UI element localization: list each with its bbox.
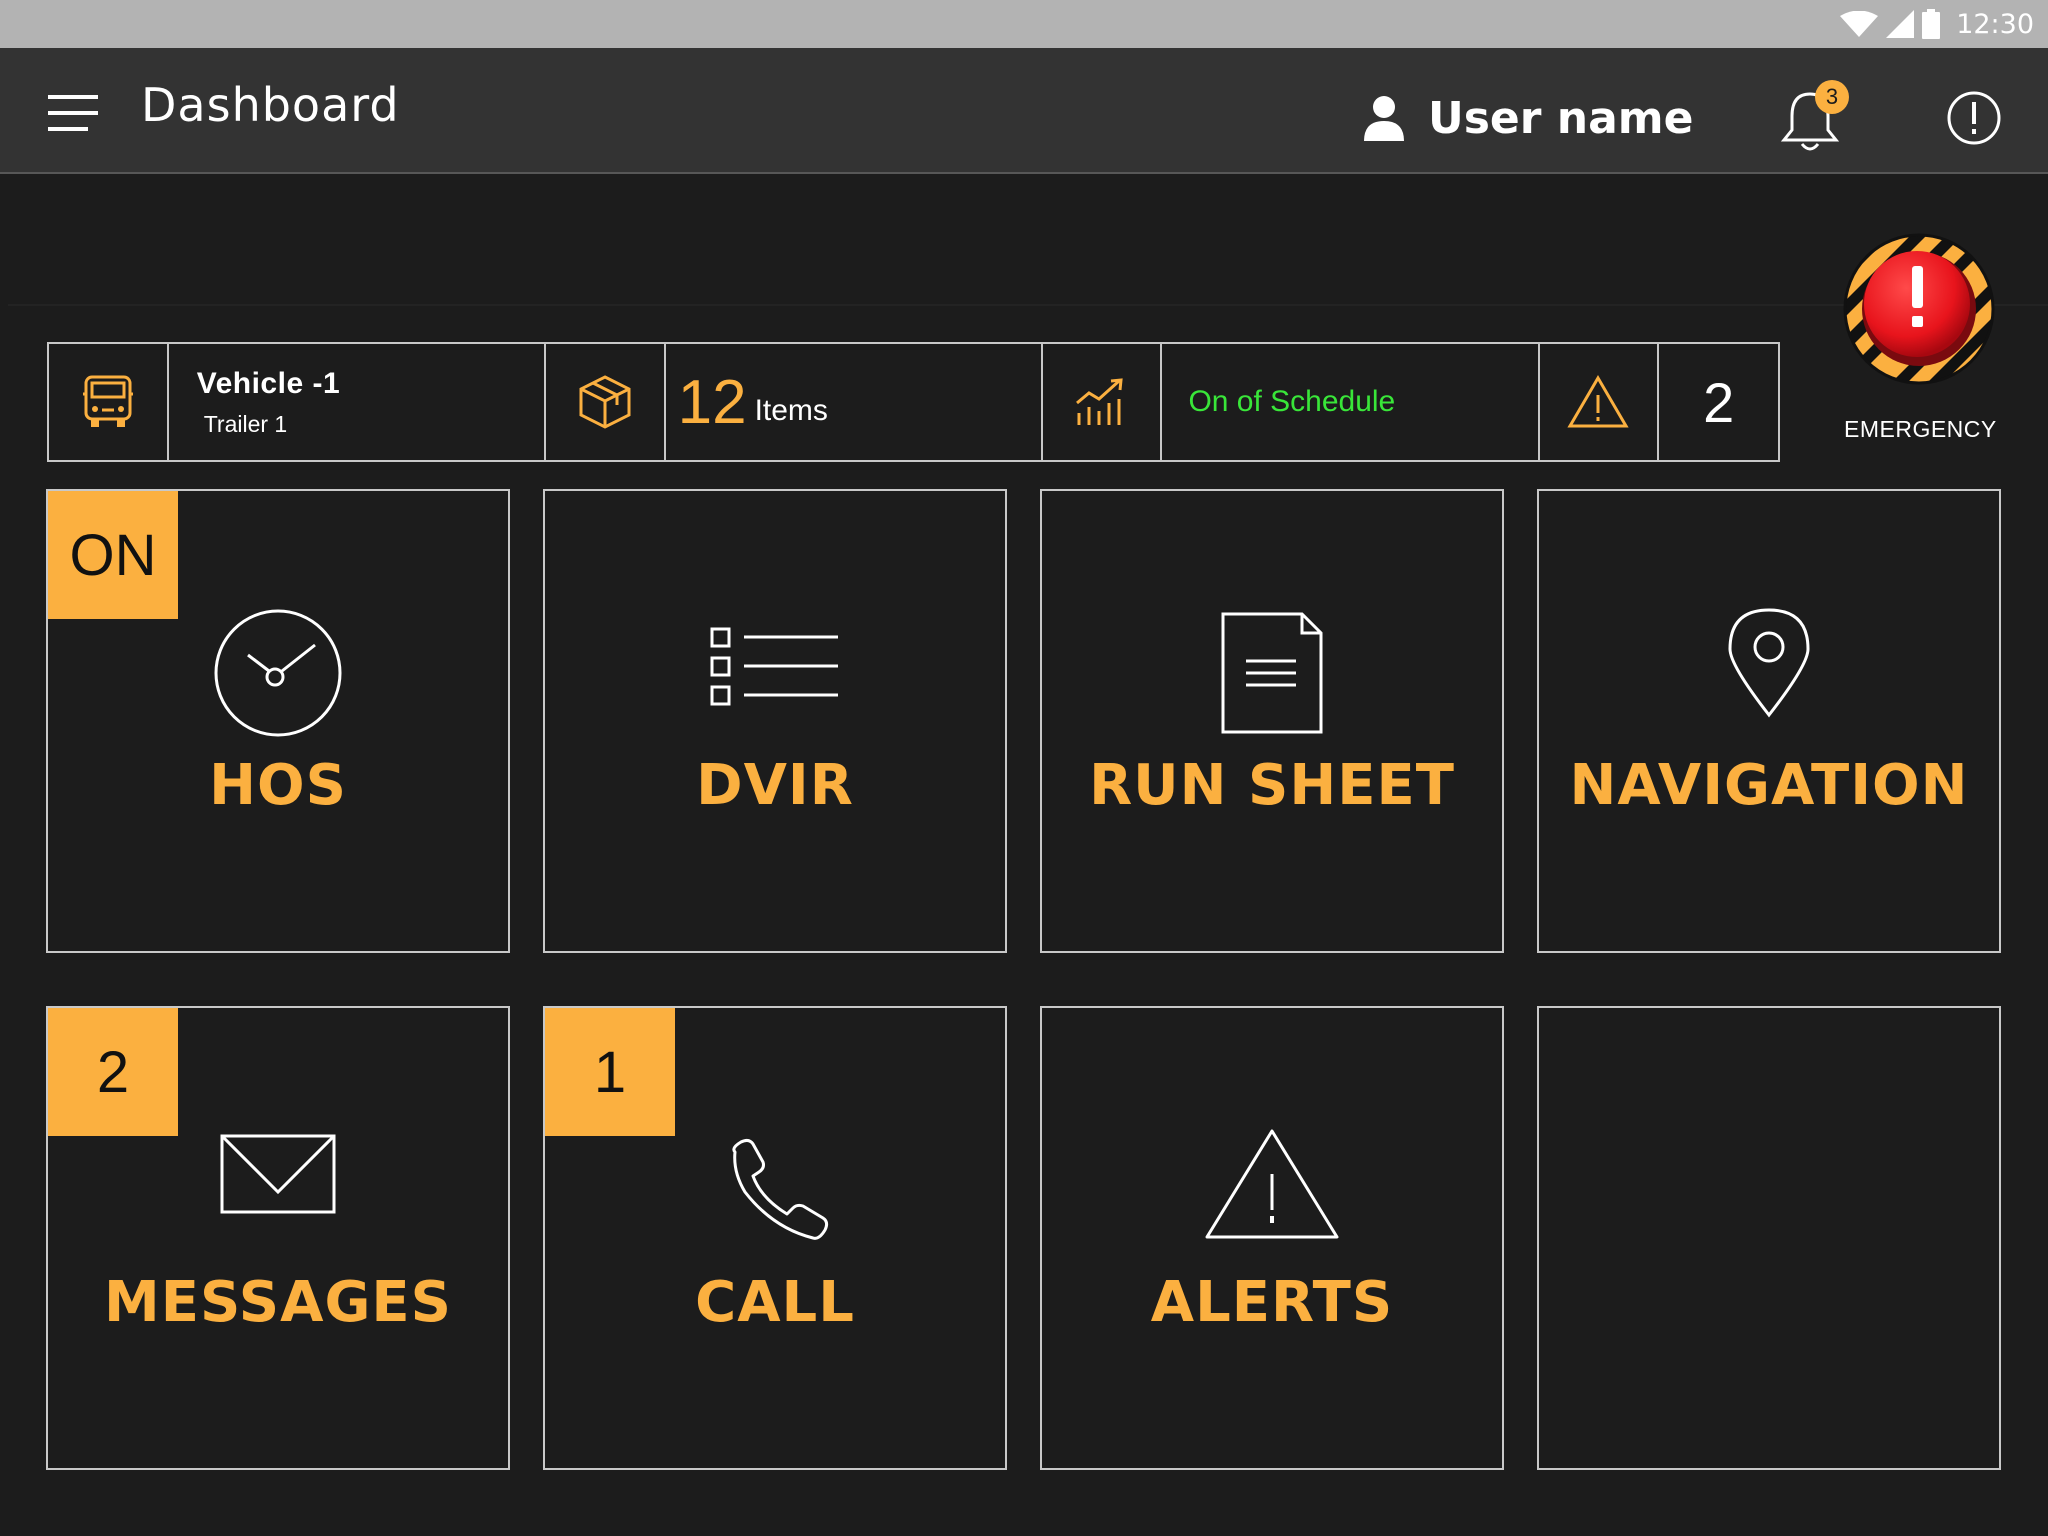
- schedule-icon-cell: [1043, 344, 1163, 460]
- tile-label: NAVIGATION: [1569, 753, 1969, 818]
- alerts-count-cell[interactable]: 2: [1659, 344, 1778, 460]
- document-icon: [1221, 612, 1323, 734]
- map-pin-icon: [1728, 608, 1810, 718]
- hos-status-badge: ON: [48, 491, 178, 619]
- alerts-count: 2: [1703, 370, 1735, 434]
- trailer-name: Trailer 1: [203, 410, 288, 437]
- wifi-icon: [1840, 11, 1879, 37]
- tile-empty[interactable]: [1537, 1006, 2001, 1470]
- battery-icon: [1922, 9, 1941, 39]
- alert-icon-cell: [1540, 344, 1660, 460]
- warning-triangle-icon: [1567, 375, 1630, 428]
- user-icon: [1364, 96, 1404, 141]
- clock-icon: [214, 609, 342, 737]
- items-count: 12: [677, 367, 747, 437]
- tile-label: ALERTS: [1150, 1270, 1394, 1335]
- vehicle-name: Vehicle -1: [196, 366, 341, 400]
- app-bar: Dashboard User name 3: [0, 48, 2048, 174]
- tile-label: RUN SHEET: [1089, 753, 1455, 818]
- notification-count-badge: 3: [1815, 80, 1849, 114]
- user-profile-button[interactable]: User name: [1364, 88, 1693, 148]
- vehicle-info[interactable]: Vehicle -1 Trailer 1: [169, 344, 546, 460]
- tile-label: HOS: [209, 753, 347, 818]
- tile-label: CALL: [695, 1270, 855, 1335]
- info-circle-icon: [1947, 91, 2001, 145]
- envelope-icon: [220, 1134, 336, 1214]
- package-icon-cell: [546, 344, 666, 460]
- hamburger-menu-icon: [48, 95, 98, 131]
- truck-icon: [82, 375, 133, 427]
- items-info[interactable]: 12 Items: [666, 344, 1043, 460]
- page-title: Dashboard: [141, 78, 400, 132]
- warning-triangle-icon: [1205, 1129, 1339, 1239]
- tile-alerts[interactable]: ALERTS: [1040, 1006, 1504, 1470]
- user-name: User name: [1428, 92, 1694, 144]
- tile-messages[interactable]: 2 MESSAGES: [46, 1006, 510, 1470]
- tile-navigation[interactable]: NAVIGATION: [1537, 489, 2001, 953]
- trip-info-strip: Vehicle -1 Trailer 1 12 Items On of Sche…: [47, 342, 1780, 462]
- tile-label: DVIR: [696, 753, 854, 818]
- tile-hos[interactable]: ON HOS: [46, 489, 510, 953]
- menu-button[interactable]: [40, 88, 106, 138]
- items-label: Items: [754, 394, 828, 427]
- tile-label: MESSAGES: [103, 1270, 453, 1335]
- info-button[interactable]: [1946, 90, 2002, 146]
- signal-icon: [1886, 10, 1915, 38]
- checklist-icon: [710, 627, 838, 706]
- tile-run-sheet[interactable]: RUN SHEET: [1040, 489, 1504, 953]
- emergency-button[interactable]: EMERGENCY: [1843, 230, 2014, 450]
- schedule-info[interactable]: On of Schedule: [1162, 344, 1540, 460]
- vehicle-icon-cell: [49, 344, 169, 460]
- package-icon: [579, 375, 631, 429]
- status-bar: 12:30: [0, 0, 2048, 48]
- notifications-button[interactable]: 3: [1780, 78, 1850, 158]
- messages-count-badge: 2: [48, 1008, 178, 1136]
- emergency-alarm-icon: [1843, 233, 1995, 385]
- schedule-status: On of Schedule: [1188, 385, 1396, 418]
- status-time: 12:30: [1956, 8, 2034, 40]
- dashboard-screen: 12:30 Dashboard User name 3 Vehicle -1 T…: [0, 0, 2048, 1536]
- phone-icon: [732, 1138, 829, 1240]
- tile-call[interactable]: 1 CALL: [543, 1006, 1007, 1470]
- emergency-label: EMERGENCY: [1844, 416, 1997, 442]
- divider: [8, 304, 2048, 306]
- chart-trend-icon: [1075, 378, 1123, 425]
- call-count-badge: 1: [545, 1008, 675, 1136]
- tile-dvir[interactable]: DVIR: [543, 489, 1007, 953]
